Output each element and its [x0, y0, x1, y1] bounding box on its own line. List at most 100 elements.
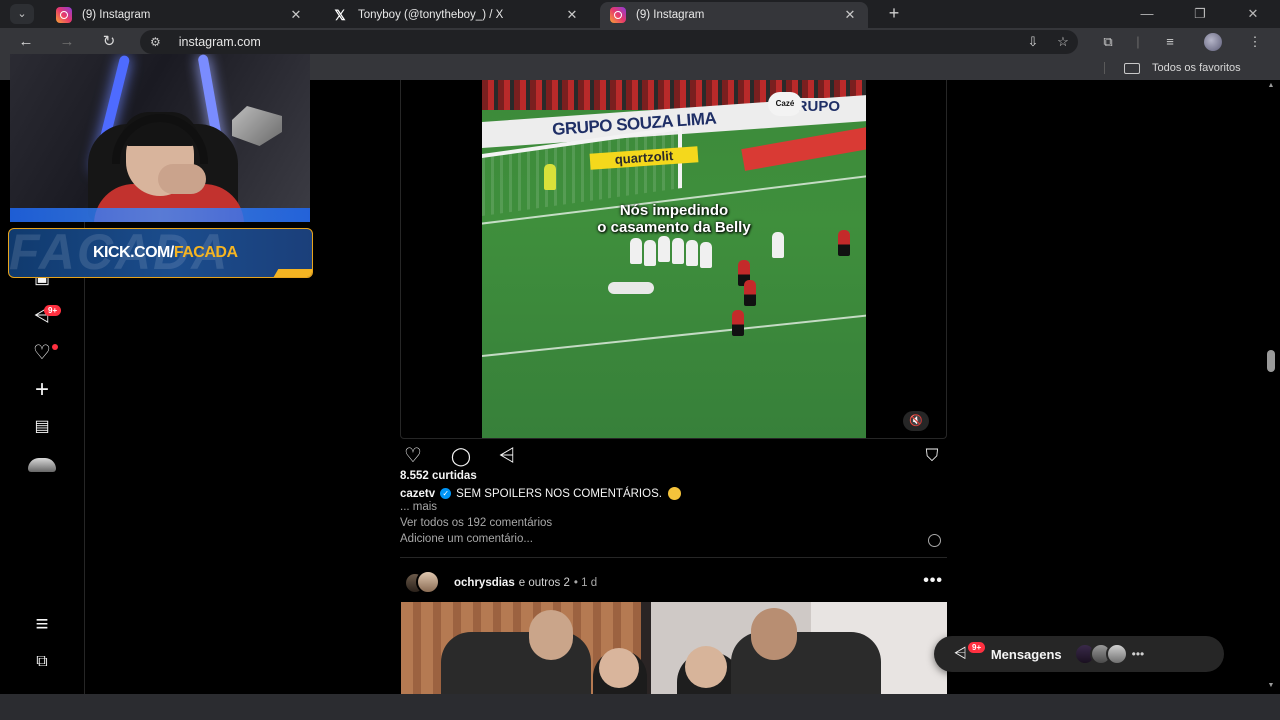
url-text: instagram.com: [178, 35, 261, 49]
player-white: [700, 242, 712, 268]
extensions-icon[interactable]: ⧉: [1096, 32, 1120, 52]
post2-collaborators[interactable]: e outros 2: [519, 577, 570, 589]
scroll-thumb[interactable]: [1267, 350, 1275, 372]
more-options-icon[interactable]: •••: [923, 572, 943, 590]
post-actions: ♡ ◯ ⩤ ⛉: [400, 444, 947, 468]
threads-apps-icon[interactable]: ⧉: [28, 650, 56, 674]
watermark-badge: Cazé: [768, 92, 802, 116]
taskbar-strip: [0, 694, 1280, 720]
caption-text: SEM SPOILERS NOS COMENTÁRIOS.: [456, 487, 662, 500]
instagram-icon: [56, 7, 72, 23]
view-all-comments-link[interactable]: Ver todos os 192 comentários: [400, 517, 552, 529]
like-count[interactable]: 8.552 curtidas: [400, 470, 477, 482]
bookmark-star-icon[interactable]: ☆: [1048, 34, 1078, 50]
video-caption-line1: Nós impedindo: [619, 202, 729, 219]
screen: ⌄ (9) Instagram ✕ 𝕏 Tonyboy (@tonytheboy…: [0, 0, 1280, 720]
tab-instagram-active[interactable]: (9) Instagram ✕: [600, 2, 868, 28]
tab-x-tonyboy[interactable]: 𝕏 Tonyboy (@tonytheboy_) / X ✕: [322, 2, 590, 28]
media-control-icon[interactable]: ≡: [1158, 32, 1182, 52]
restore-button[interactable]: ❐: [1185, 4, 1215, 24]
headset: [112, 114, 208, 164]
player-on-ground: [608, 282, 654, 294]
player-white: [686, 240, 698, 266]
post-author[interactable]: cazetv: [400, 488, 435, 500]
caption-more-link[interactable]: ... mais: [400, 501, 437, 513]
share-icon[interactable]: ⩤: [494, 444, 520, 468]
close-icon[interactable]: ✕: [564, 7, 580, 23]
messages-label: Mensagens: [990, 646, 1062, 662]
back-button[interactable]: ←: [15, 32, 37, 52]
mute-icon[interactable]: 🔇: [903, 411, 929, 431]
browser-menu-icon[interactable]: ⋮: [1243, 32, 1267, 52]
tab-instagram-1[interactable]: (9) Instagram ✕: [46, 2, 314, 28]
led-strip: [10, 208, 310, 222]
new-tab-button[interactable]: +: [884, 4, 904, 24]
comment-icon[interactable]: ◯: [448, 444, 474, 468]
banner-accent: FACADA: [173, 244, 238, 261]
person-face: [685, 646, 727, 688]
player-red: [744, 280, 756, 306]
save-bookmark-icon[interactable]: ⛉: [919, 444, 945, 468]
profile-avatar-icon[interactable]: [28, 458, 56, 472]
notification-dot: [52, 344, 58, 350]
post2-image[interactable]: [401, 602, 947, 694]
close-icon[interactable]: ✕: [842, 7, 858, 23]
person-face: [599, 648, 639, 688]
close-icon[interactable]: ✕: [288, 7, 304, 23]
close-window-button[interactable]: ✕: [1238, 4, 1268, 24]
comment-placeholder: Adicione um comentário...: [400, 533, 533, 545]
site-info-icon[interactable]: ⚙: [150, 35, 161, 49]
webcam-overlay: [10, 54, 310, 222]
avatar: [416, 570, 440, 594]
tab-search-menu-button[interactable]: ⌄: [10, 4, 34, 24]
folder-icon: [1124, 62, 1140, 74]
instagram-icon: [610, 7, 626, 23]
banner-prefix: KICK.COM/: [93, 244, 174, 261]
emoji-picker-icon[interactable]: [928, 534, 941, 547]
verified-badge-icon: ✓: [440, 488, 452, 499]
room-decoration: [232, 106, 282, 146]
scroll-up-arrow-icon[interactable]: ▲: [1266, 82, 1276, 92]
minimize-button[interactable]: —: [1132, 4, 1162, 24]
post2-time: • 1 d: [573, 577, 598, 589]
create-plus-icon[interactable]: +: [28, 378, 56, 402]
x-icon: 𝕏: [334, 7, 346, 23]
ad-board-red: [741, 123, 866, 171]
forward-button[interactable]: →: [56, 32, 78, 52]
person-face: [751, 608, 797, 660]
direct-message-icon: ⩤: [954, 645, 967, 662]
post2-username[interactable]: ochrysdias: [454, 577, 515, 589]
page-scrollbar[interactable]: ▲ ▼: [1262, 80, 1280, 694]
player-white: [658, 236, 670, 262]
all-bookmarks-folder[interactable]: Todos os favoritos: [1124, 60, 1241, 76]
tab-title: (9) Instagram: [82, 9, 151, 21]
profile-avatar[interactable]: [1204, 33, 1222, 51]
goalkeeper: [544, 164, 556, 190]
post-divider: [400, 557, 947, 558]
player-white: [644, 240, 656, 266]
emoji-icon: [667, 487, 681, 500]
add-comment-input[interactable]: Adicione um comentário...: [400, 533, 947, 547]
football-video[interactable]: GRUPO SOUZA LIMA GRUPO quartzolit Cazé N…: [482, 80, 866, 438]
messages-badge: 9+: [968, 642, 986, 653]
install-app-icon[interactable]: ⇩: [1018, 34, 1048, 50]
dashboard-icon[interactable]: ▤: [28, 415, 56, 439]
player-white: [630, 238, 642, 264]
streamer-hands: [158, 164, 206, 194]
messages-drawer-button[interactable]: ⩤ 9+ Mensagens •••: [934, 636, 1224, 672]
post2-header: ochrysdias e outros 2 • 1 d •••: [400, 570, 947, 596]
person-face: [529, 610, 573, 660]
reload-button[interactable]: ↻: [98, 32, 120, 52]
like-heart-icon[interactable]: ♡: [400, 444, 426, 468]
pitch-line: [482, 311, 866, 359]
banner-stripe: [273, 269, 312, 277]
folder-label: Todos os favoritos: [1152, 62, 1241, 74]
post2-avatars[interactable]: [400, 570, 444, 596]
post-video-container[interactable]: GRUPO SOUZA LIMA GRUPO quartzolit Cazé N…: [400, 80, 947, 439]
scroll-down-arrow-icon[interactable]: ▼: [1266, 682, 1276, 692]
post-caption: cazetv ✓ SEM SPOILERS NOS COMENTÁRIOS.: [400, 487, 947, 500]
player-white: [672, 238, 684, 264]
browser-tab-bar: ⌄ (9) Instagram ✕ 𝕏 Tonyboy (@tonytheboy…: [0, 0, 1280, 28]
address-bar[interactable]: ⚙ instagram.com ⇩ ☆: [140, 30, 1078, 54]
more-menu-icon[interactable]: ≡: [28, 612, 56, 636]
